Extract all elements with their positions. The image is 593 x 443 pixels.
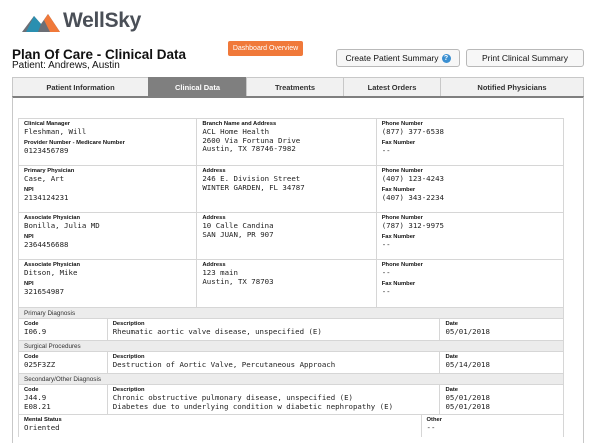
primary-diagnosis-heading: Primary Diagnosis bbox=[19, 308, 563, 319]
diagnosis-date: 05/01/2018 05/01/2018 bbox=[445, 393, 490, 411]
table-row: Primary Physician Case, Art NPI 21341242… bbox=[19, 166, 563, 213]
diagnosis-description: Chronic obstructive pulmonary disease, u… bbox=[112, 393, 394, 411]
associate-physician-cell: Associate Physician Bonilla, Julia MD NP… bbox=[19, 213, 198, 259]
contact-numbers-cell: Phone Number -- Fax Number -- bbox=[377, 260, 563, 307]
diagnosis-date: 05/01/2018 bbox=[445, 327, 490, 336]
surgical-procedures-heading: Surgical Procedures bbox=[19, 341, 563, 352]
field-value: -- bbox=[381, 239, 391, 249]
contacts-grid: Clinical Manager Fleshman, Will Provider… bbox=[18, 118, 564, 308]
contact-numbers-cell: Phone Number (407) 123-4243 Fax Number (… bbox=[377, 166, 563, 212]
address-cell: Address 123 main Austin, TX 78703 bbox=[197, 260, 377, 307]
help-icon[interactable]: ? bbox=[441, 53, 451, 63]
mountain-logo-icon bbox=[22, 14, 60, 32]
field-value: 10 Calle Candina SAN JUAN, PR 907 bbox=[202, 221, 274, 239]
procedure-date: 05/14/2018 bbox=[445, 360, 490, 369]
field-label: Fax Number bbox=[381, 280, 416, 287]
diagnosis-code: I06.9 bbox=[24, 327, 47, 336]
contact-numbers-cell: Phone Number (877) 377-6538 Fax Number -… bbox=[377, 119, 563, 165]
field-value: 123 main Austin, TX 78703 bbox=[202, 268, 274, 286]
contact-numbers-cell: Phone Number (787) 312-9975 Fax Number -… bbox=[377, 213, 563, 259]
secondary-diagnosis-heading: Secondary/Other Diagnosis bbox=[19, 374, 563, 385]
diagnosis-description: Rheumatic aortic valve disease, unspecif… bbox=[112, 327, 322, 336]
field-value: 321654987 bbox=[24, 286, 65, 296]
branch-address-cell: Branch Name and Address ACL Home Health … bbox=[197, 119, 377, 165]
field-value: -- bbox=[381, 286, 391, 296]
field-value: (787) 312-9975 bbox=[381, 221, 444, 230]
table-row: Code 025F3ZZ Description Destruction of Ao… bbox=[19, 352, 563, 374]
field-value: Bonilla, Julia MD bbox=[24, 221, 100, 230]
print-clinical-summary-button[interactable]: Print Clinical Summary bbox=[466, 49, 584, 67]
mental-status-label: Mental Status bbox=[24, 417, 62, 423]
field-value: 0123456789 bbox=[24, 145, 69, 155]
table-row: Associate Physician Ditson, Mike NPI 321… bbox=[19, 260, 563, 307]
field-value: (877) 377-6538 bbox=[381, 127, 444, 136]
address-cell: Address 10 Calle Candina SAN JUAN, PR 90… bbox=[197, 213, 377, 259]
field-value: 246 E. Division Street WINTER GARDEN, FL… bbox=[202, 174, 305, 192]
table-row: Clinical Manager Fleshman, Will Provider… bbox=[19, 119, 563, 166]
field-value: Ditson, Mike bbox=[24, 268, 78, 277]
field-value: (407) 343-2234 bbox=[381, 192, 444, 202]
field-value: -- bbox=[381, 145, 391, 155]
tab-notified-physicians[interactable]: Notified Physicians bbox=[440, 77, 584, 96]
other-value: -- bbox=[426, 423, 436, 432]
table-row: Associate Physician Bonilla, Julia MD NP… bbox=[19, 213, 563, 260]
tab-treatments[interactable]: Treatments bbox=[246, 77, 344, 96]
wellsky-logo: WellSky bbox=[22, 8, 141, 34]
diagnosis-grid: Primary Diagnosis Code I06.9 Description R… bbox=[18, 307, 564, 437]
associate-physician-cell: Associate Physician Ditson, Mike NPI 321… bbox=[19, 260, 198, 307]
field-value: ACL Home Health 2600 Via Fortuna Drive A… bbox=[202, 127, 301, 154]
patient-name: Patient: Andrews, Austin bbox=[12, 60, 120, 71]
procedure-description: Destruction of Aortic Valve, Percutaneou… bbox=[112, 360, 336, 369]
diagnosis-code: J44.9 E08.21 bbox=[24, 393, 51, 411]
field-value: 2134124231 bbox=[24, 192, 69, 202]
table-row: Code I06.9 Description Rheumatic aortic va… bbox=[19, 319, 563, 341]
field-value: 2364456688 bbox=[24, 239, 69, 249]
create-patient-summary-button[interactable]: Create Patient Summary ? bbox=[336, 49, 460, 67]
tab-patient-information[interactable]: Patient Information bbox=[12, 77, 149, 96]
mental-status-value: Oriented bbox=[24, 423, 60, 432]
field-value: -- bbox=[381, 268, 391, 277]
create-patient-summary-label: Create Patient Summary bbox=[345, 53, 439, 63]
address-cell: Address 246 E. Division Street WINTER GA… bbox=[197, 166, 377, 212]
field-value: (407) 123-4243 bbox=[381, 174, 444, 183]
dashboard-overview-button[interactable]: Dashboard Overview bbox=[228, 41, 303, 56]
other-label: Other bbox=[426, 417, 442, 423]
tab-bar: Patient Information Clinical Data Treatm… bbox=[12, 77, 584, 96]
field-label: Fax Number bbox=[381, 233, 416, 240]
field-label: Fax Number bbox=[381, 139, 416, 146]
table-row: Mental Status Oriented Other -- bbox=[19, 415, 563, 437]
brand-name: WellSky bbox=[63, 9, 142, 32]
tab-clinical-data[interactable]: Clinical Data bbox=[148, 77, 247, 96]
tab-latest-orders[interactable]: Latest Orders bbox=[343, 77, 441, 96]
procedure-code: 025F3ZZ bbox=[24, 360, 56, 369]
clinical-manager-cell: Clinical Manager Fleshman, Will Provider… bbox=[19, 119, 198, 165]
table-row: Code J44.9 E08.21 Description Chronic obst… bbox=[19, 385, 563, 415]
field-value: Fleshman, Will bbox=[24, 127, 87, 136]
primary-physician-cell: Primary Physician Case, Art NPI 21341242… bbox=[19, 166, 198, 212]
field-label: Phone Number bbox=[381, 262, 423, 268]
field-value: Case, Art bbox=[24, 174, 65, 183]
